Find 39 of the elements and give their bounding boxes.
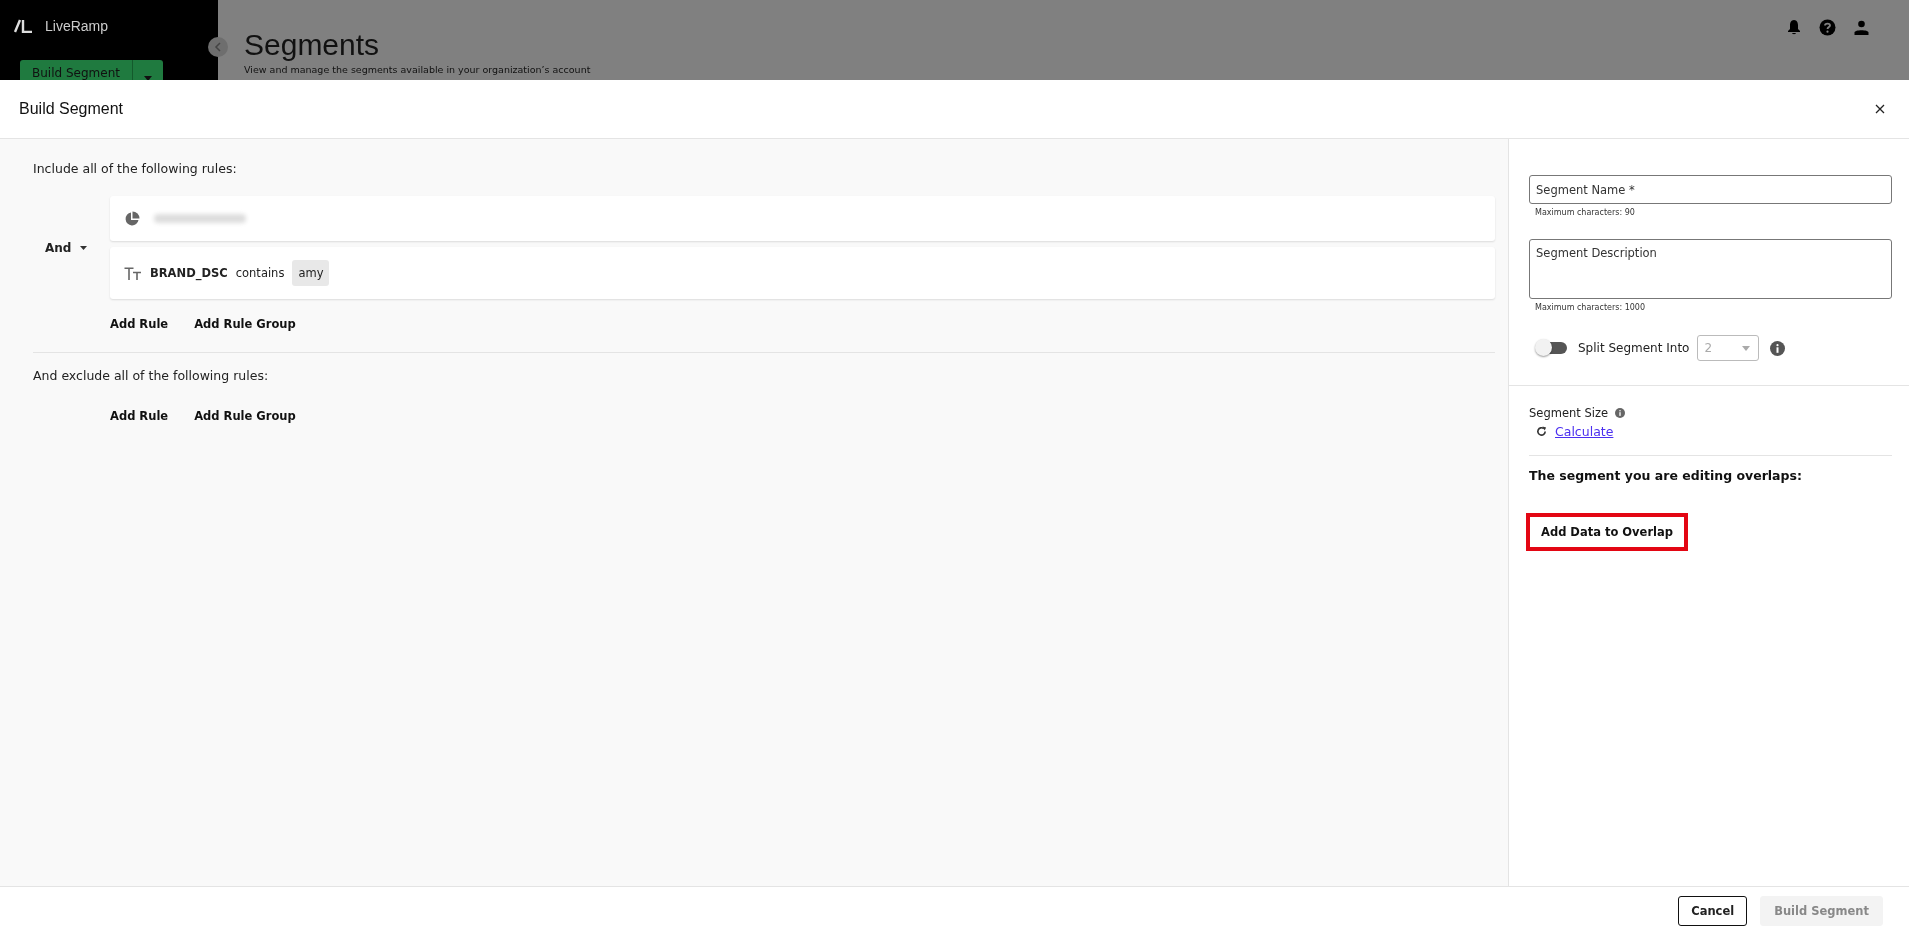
segment-description-field[interactable]: Segment Description	[1529, 239, 1892, 299]
section-heading: And exclude all of the following rules:	[33, 368, 270, 383]
add-rule-button[interactable]: Add Rule	[110, 405, 169, 427]
section-heading: Include all of the following rules:	[33, 161, 238, 176]
rule-operator: contains	[235, 266, 285, 280]
page-title: Segments	[244, 28, 381, 62]
info-icon[interactable]	[1770, 340, 1786, 356]
operator-dropdown[interactable]: And	[33, 240, 110, 255]
caret-icon	[80, 245, 88, 250]
caret-icon	[1742, 345, 1751, 351]
logo-icon	[14, 19, 33, 33]
split-label: Split Segment Into	[1578, 341, 1690, 355]
add-rule-button[interactable]: Add Rule	[110, 313, 169, 335]
brand-name: LiveRamp	[45, 18, 109, 34]
overlap-heading: The segment you are editing overlaps:	[1529, 468, 1803, 483]
segment-name-field[interactable]: Segment Name *	[1529, 175, 1892, 204]
field-hint: Maximum characters: 90	[1535, 208, 1636, 217]
chevron-left-icon	[214, 42, 222, 52]
add-rule-button[interactable]: Add Rule Group	[194, 313, 296, 335]
calculate-link[interactable]: Calculate	[1555, 424, 1614, 439]
bell-icon[interactable]	[1787, 19, 1801, 35]
add-data-button[interactable]: Add Data to Overlap	[1526, 513, 1688, 551]
pie-chart-icon	[124, 210, 140, 227]
build-segment-button[interactable]: Build Segment	[20, 60, 132, 80]
rule-field: BRAND_DSC	[150, 266, 228, 280]
footer-button[interactable]: Cancel	[1678, 895, 1748, 926]
page-subtitle: View and manage the segments available in your organization’s account	[244, 64, 591, 75]
info-icon[interactable]	[1615, 408, 1625, 418]
collapse-button[interactable]	[208, 37, 228, 57]
rule-value[interactable]: amy	[292, 260, 330, 286]
segment-size-label: Segment Size	[1529, 406, 1608, 420]
help-icon[interactable]	[1819, 18, 1836, 36]
modal-title: Build Segment	[19, 100, 124, 118]
text-type-icon	[124, 266, 142, 280]
close-icon[interactable]	[1875, 104, 1885, 114]
user-icon[interactable]	[1854, 19, 1869, 35]
field-hint: Maximum characters: 1000	[1535, 303, 1647, 312]
add-rule-button[interactable]: Add Rule Group	[194, 405, 296, 427]
refresh-icon[interactable]	[1536, 426, 1547, 437]
